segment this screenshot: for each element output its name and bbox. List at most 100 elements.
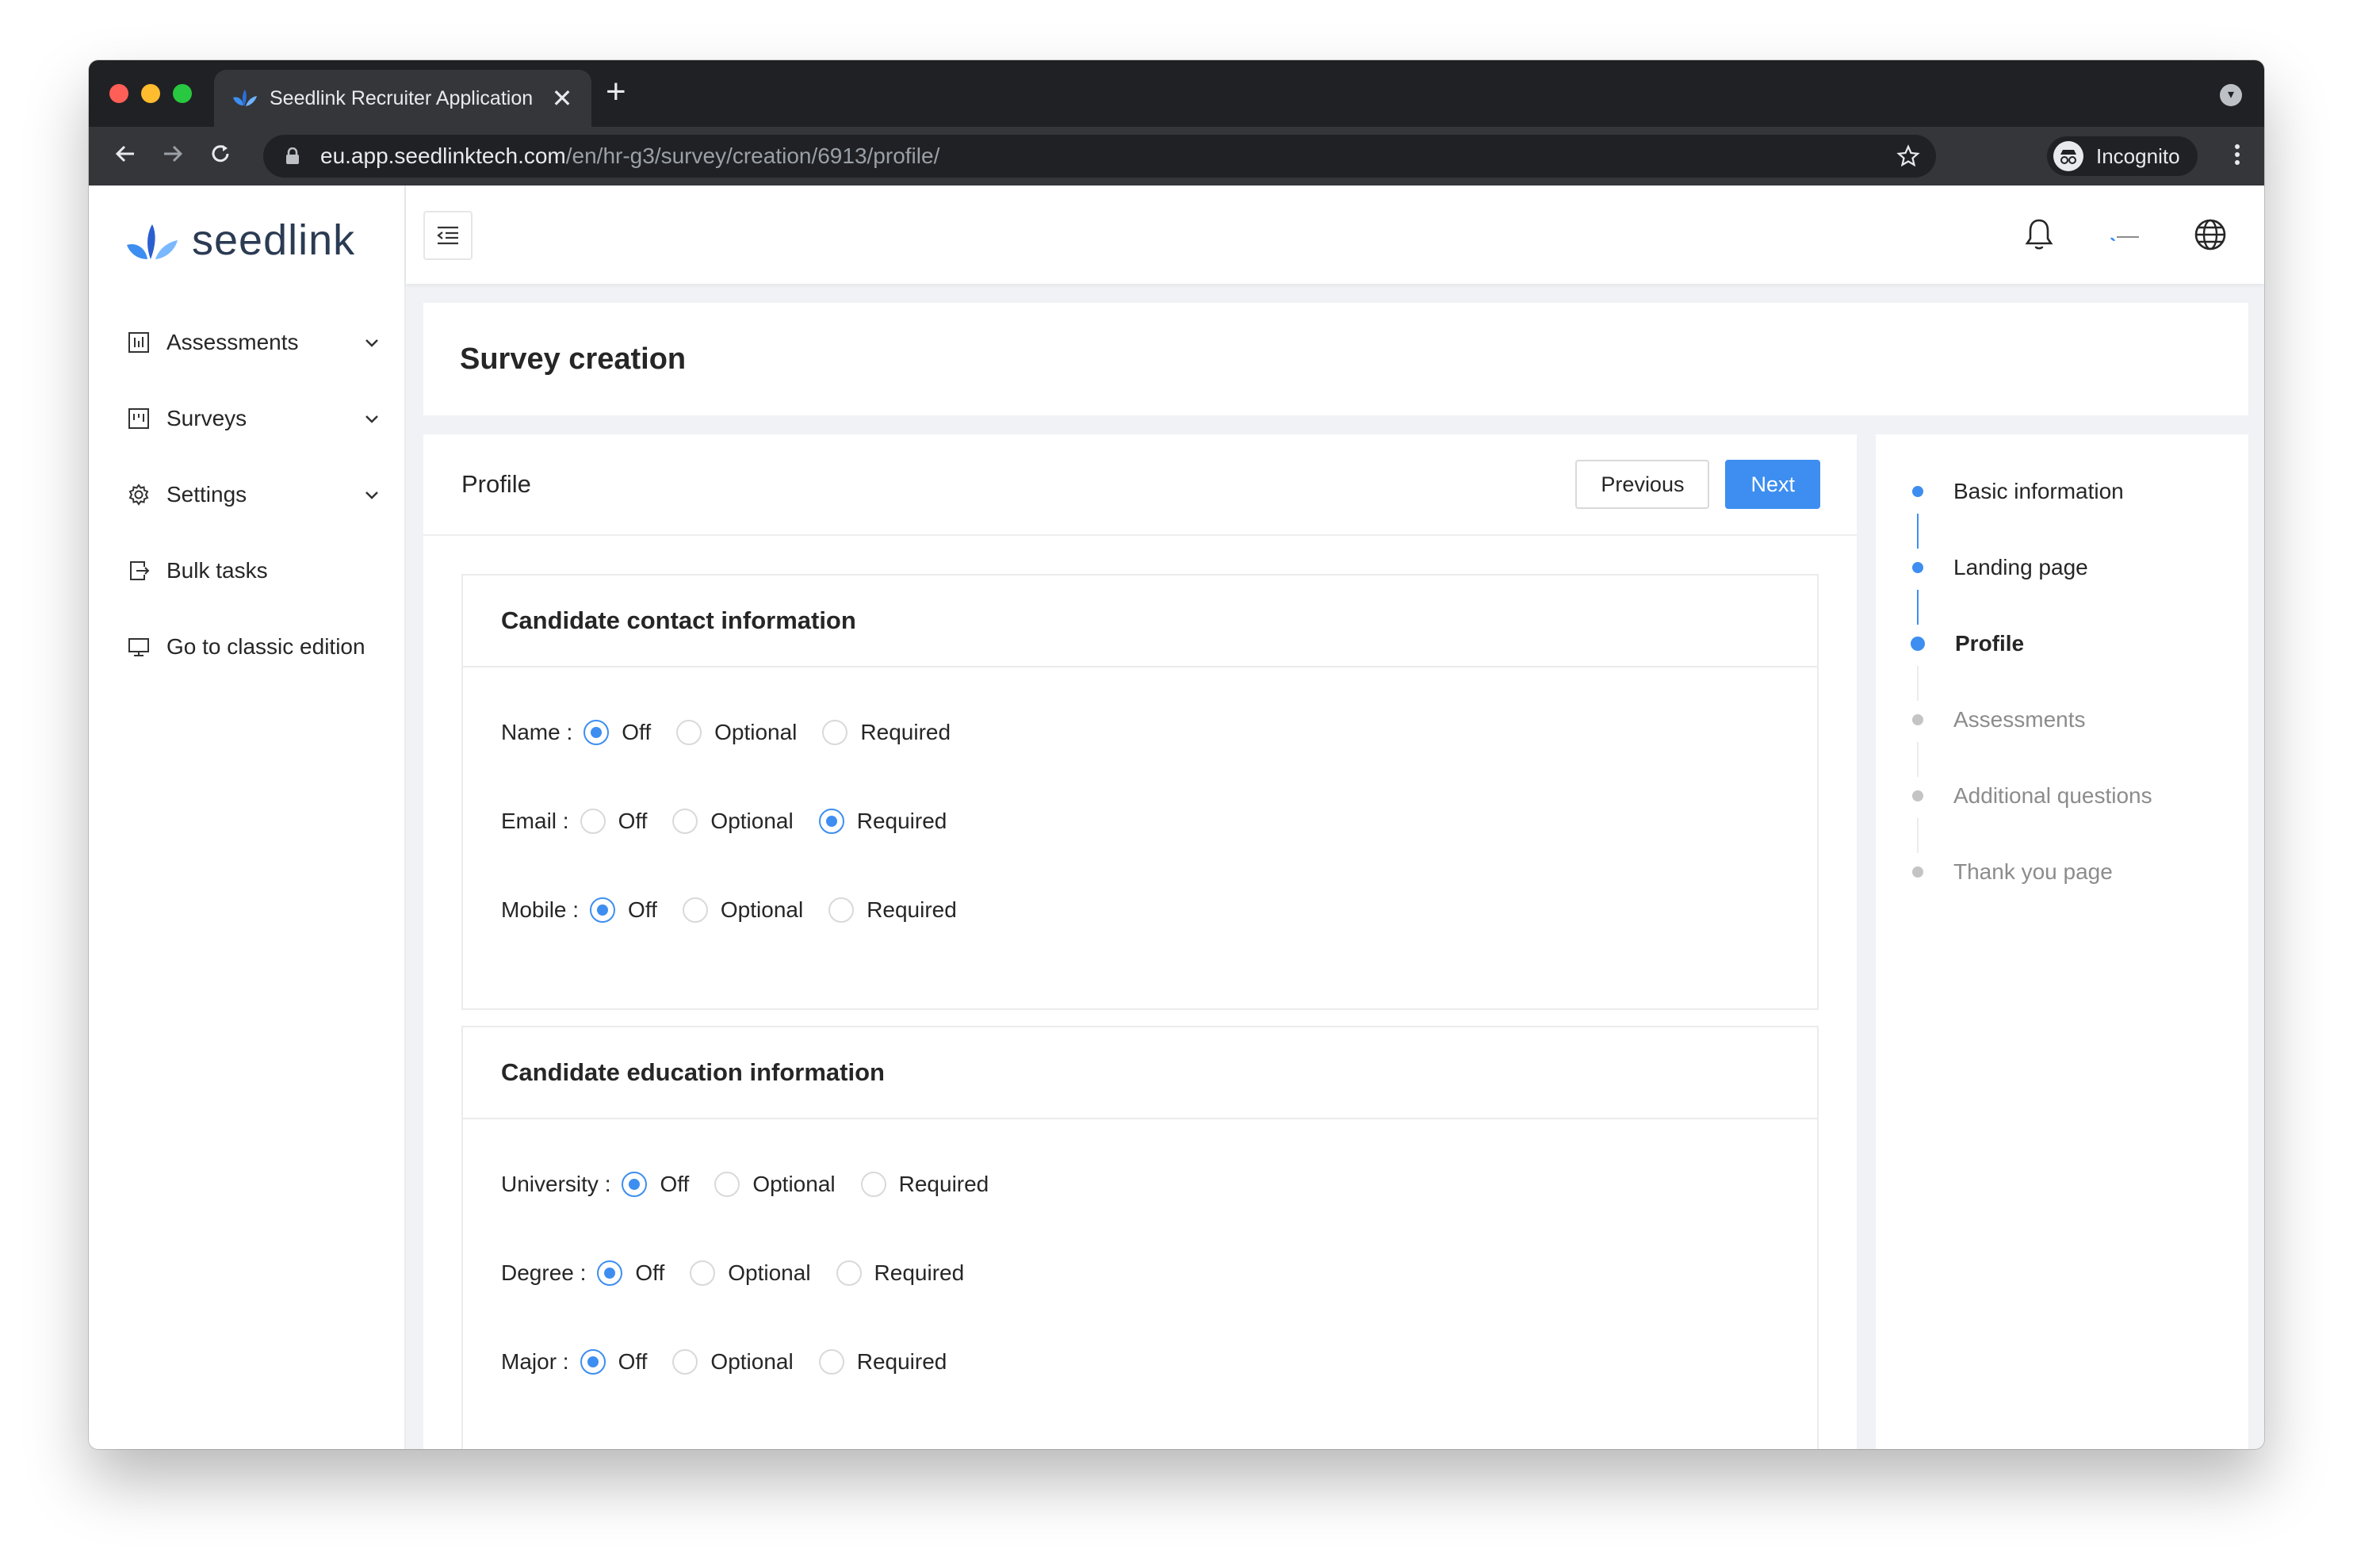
radio-optional[interactable]: Optional <box>690 1260 811 1286</box>
radio-label: Off <box>618 1349 648 1374</box>
radio-required[interactable]: Required <box>828 897 957 923</box>
radio-label: Required <box>898 1172 989 1196</box>
sidebar: seedlink Assessments Surveys Settings Bu… <box>89 185 406 1449</box>
radio-label: Optional <box>710 1349 794 1374</box>
browser-menu-icon[interactable] <box>2229 143 2245 166</box>
radio-button[interactable] <box>818 1349 844 1375</box>
sidebar-item-label: Settings <box>166 482 247 507</box>
radio-label: Required <box>856 1349 947 1374</box>
radio-optional[interactable]: Optional <box>676 720 797 745</box>
radio-button[interactable] <box>580 1349 606 1375</box>
bookmark-star-icon[interactable] <box>1896 144 1920 168</box>
step-dot <box>1912 714 1923 725</box>
radio-button[interactable] <box>583 720 610 745</box>
reload-icon[interactable] <box>197 142 244 170</box>
globe-icon[interactable] <box>2193 217 2228 252</box>
page-header: Survey creation <box>423 303 2248 415</box>
assessments-icon <box>128 332 149 353</box>
radio-button[interactable] <box>580 809 606 834</box>
next-button[interactable]: Next <box>1725 460 1820 509</box>
radio-off[interactable]: Off <box>590 897 657 923</box>
tab-search-icon[interactable]: ▾ <box>2220 84 2242 106</box>
radio-off[interactable]: Off <box>580 1349 648 1375</box>
radio-optional[interactable]: Optional <box>672 1349 794 1375</box>
step-dot <box>1912 866 1923 878</box>
maximize-window-button[interactable] <box>173 84 192 103</box>
browser-tab[interactable]: Seedlink Recruiter Application ✕ <box>214 70 591 127</box>
step-thank-you-page[interactable]: Thank you page <box>1911 859 2113 885</box>
monitor-icon <box>128 638 149 656</box>
radio-label: Optional <box>720 897 804 922</box>
back-arrow-icon[interactable] <box>101 142 149 170</box>
radio-label: Off <box>635 1260 665 1285</box>
tab-title: Seedlink Recruiter Application <box>270 86 534 109</box>
radio-button[interactable] <box>836 1260 862 1286</box>
step-profile[interactable]: Profile <box>1911 631 2024 656</box>
section-header: Candidate contact information <box>463 576 1817 667</box>
sidebar-item-surveys[interactable]: Surveys <box>89 381 404 457</box>
sidebar-item-assessments[interactable]: Assessments <box>89 304 404 381</box>
field-row-mobile: Mobile : Off Optional Required <box>463 866 1817 954</box>
radio-button[interactable] <box>672 1349 698 1375</box>
radio-off[interactable]: Off <box>597 1260 664 1286</box>
field-label: Degree : <box>501 1260 587 1285</box>
radio-button[interactable] <box>860 1172 886 1197</box>
step-basic-information[interactable]: Basic information <box>1911 479 2124 504</box>
incognito-badge[interactable]: Incognito <box>2047 136 2198 176</box>
radio-required[interactable]: Required <box>818 809 947 834</box>
card-header: Profile Previous Next <box>423 434 1857 536</box>
radio-button[interactable] <box>622 1172 648 1197</box>
radio-button[interactable] <box>682 897 708 923</box>
step-dot <box>1912 486 1923 497</box>
radio-button[interactable] <box>828 897 855 923</box>
radio-off[interactable]: Off <box>583 720 651 745</box>
field-label: Mobile : <box>501 897 580 922</box>
radio-button[interactable] <box>714 1172 740 1197</box>
radio-button[interactable] <box>818 809 844 834</box>
radio-required[interactable]: Required <box>818 1349 947 1375</box>
app-root: seedlink Assessments Surveys Settings Bu… <box>89 185 2264 1449</box>
radio-button[interactable] <box>672 809 698 834</box>
radio-label: Required <box>874 1260 965 1285</box>
radio-required[interactable]: Required <box>860 1172 989 1197</box>
radio-button[interactable] <box>822 720 848 745</box>
radio-required[interactable]: Required <box>836 1260 965 1286</box>
collapse-sidebar-button[interactable] <box>423 211 473 260</box>
sidebar-item-label: Assessments <box>166 330 299 354</box>
radio-button[interactable] <box>590 897 616 923</box>
radio-optional[interactable]: Optional <box>682 897 804 923</box>
radio-label: Off <box>622 720 652 744</box>
radio-required[interactable]: Required <box>822 720 951 745</box>
step-assessments[interactable]: Assessments <box>1911 707 2086 732</box>
new-tab-button[interactable]: + <box>606 75 626 109</box>
address-bar[interactable]: eu.app.seedlinktech.com/en/hr-g3/survey/… <box>263 135 1936 178</box>
sidebar-item-bulk-tasks[interactable]: Bulk tasks <box>89 533 404 609</box>
radio-button[interactable] <box>676 720 702 745</box>
step-additional-questions[interactable]: Additional questions <box>1911 783 2152 809</box>
step-dot <box>1911 637 1925 651</box>
radio-off[interactable]: Off <box>622 1172 689 1197</box>
step-landing-page[interactable]: Landing page <box>1911 555 2088 580</box>
chevron-down-icon <box>365 415 378 423</box>
company-avatar[interactable] <box>2109 231 2141 243</box>
forward-arrow-icon[interactable] <box>149 142 197 170</box>
chevron-down-icon <box>365 491 378 499</box>
radio-button[interactable] <box>690 1260 716 1286</box>
tab-close-icon[interactable]: ✕ <box>550 86 574 111</box>
radio-off[interactable]: Off <box>580 809 647 834</box>
close-window-button[interactable] <box>109 84 128 103</box>
sidebar-item-settings[interactable]: Settings <box>89 457 404 533</box>
radio-optional[interactable]: Optional <box>714 1172 836 1197</box>
radio-button[interactable] <box>597 1260 623 1286</box>
radio-optional[interactable]: Optional <box>672 809 794 834</box>
bell-icon[interactable] <box>2023 217 2055 252</box>
incognito-icon <box>2053 141 2083 171</box>
previous-button[interactable]: Previous <box>1575 460 1710 509</box>
field-label: Email : <box>501 809 569 833</box>
sidebar-item-classic-edition[interactable]: Go to classic edition <box>89 609 404 685</box>
incognito-label: Incognito <box>2096 143 2180 168</box>
radio-label: Off <box>628 897 657 922</box>
seedlink-logo[interactable]: seedlink <box>125 216 355 265</box>
radio-label: Optional <box>714 720 798 744</box>
minimize-window-button[interactable] <box>141 84 160 103</box>
